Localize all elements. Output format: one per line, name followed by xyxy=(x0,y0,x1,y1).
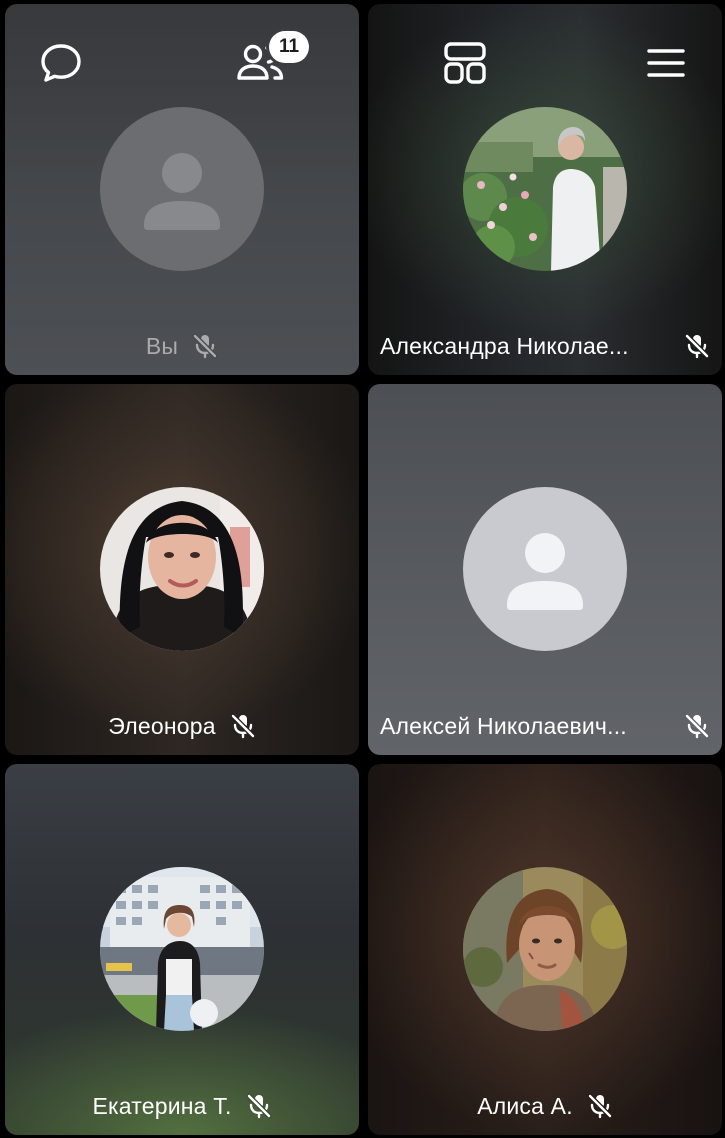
participant-caption: Екатерина Т. xyxy=(5,1091,359,1121)
participants-count-badge: 11 xyxy=(269,31,309,63)
participant-name: Алиса А. xyxy=(477,1092,573,1119)
participant-caption: Алиса А. xyxy=(368,1091,722,1121)
mic-off-icon xyxy=(192,333,218,359)
avatar-photo xyxy=(100,867,264,1031)
chat-bubble-icon xyxy=(41,44,81,82)
chat-button[interactable] xyxy=(35,37,87,89)
participant-tile[interactable]: Алексей Николаевич... xyxy=(368,384,722,755)
avatar-photo xyxy=(463,107,627,271)
participant-name: Элеонора xyxy=(108,712,216,739)
participant-tile[interactable]: Алиса А. xyxy=(368,764,722,1135)
participant-name: Екатерина Т. xyxy=(92,1092,232,1119)
person-icon xyxy=(507,533,583,610)
participant-tile[interactable]: Элеонора xyxy=(5,384,359,755)
participant-photo xyxy=(100,867,264,1031)
participant-name: Алексей Николаевич... xyxy=(380,712,627,739)
layout-button[interactable] xyxy=(439,37,491,89)
mic-off-icon xyxy=(684,713,710,739)
menu-button[interactable] xyxy=(640,37,692,89)
mic-off-icon xyxy=(230,713,256,739)
person-icon xyxy=(144,153,220,230)
avatar-photo xyxy=(100,487,264,651)
participant-caption: Элеонора xyxy=(5,711,359,741)
participant-tile[interactable]: Александра Николае... xyxy=(368,4,722,375)
participant-caption: Алексей Николаевич... xyxy=(368,711,722,741)
participant-name: Александра Николае... xyxy=(380,332,629,359)
avatar-photo xyxy=(463,867,627,1031)
video-call-grid: 11 Вы Александра Николае... Элеонора Але… xyxy=(0,0,725,1138)
participant-tile[interactable]: Екатерина Т. xyxy=(5,764,359,1135)
participant-photo xyxy=(463,867,627,1031)
mic-off-icon xyxy=(246,1093,272,1119)
participant-tile-self[interactable]: 11 Вы xyxy=(5,4,359,375)
grid-layout-icon xyxy=(444,42,486,84)
avatar-placeholder xyxy=(100,107,264,271)
participant-photo xyxy=(463,107,627,271)
participant-caption: Александра Николае... xyxy=(368,331,722,361)
mic-off-icon xyxy=(587,1093,613,1119)
participant-name: Вы xyxy=(145,332,179,359)
participant-caption: Вы xyxy=(5,331,359,361)
participant-photo xyxy=(100,487,264,651)
hamburger-menu-icon xyxy=(647,49,685,77)
mic-off-icon xyxy=(684,333,710,359)
avatar-placeholder xyxy=(463,487,627,651)
